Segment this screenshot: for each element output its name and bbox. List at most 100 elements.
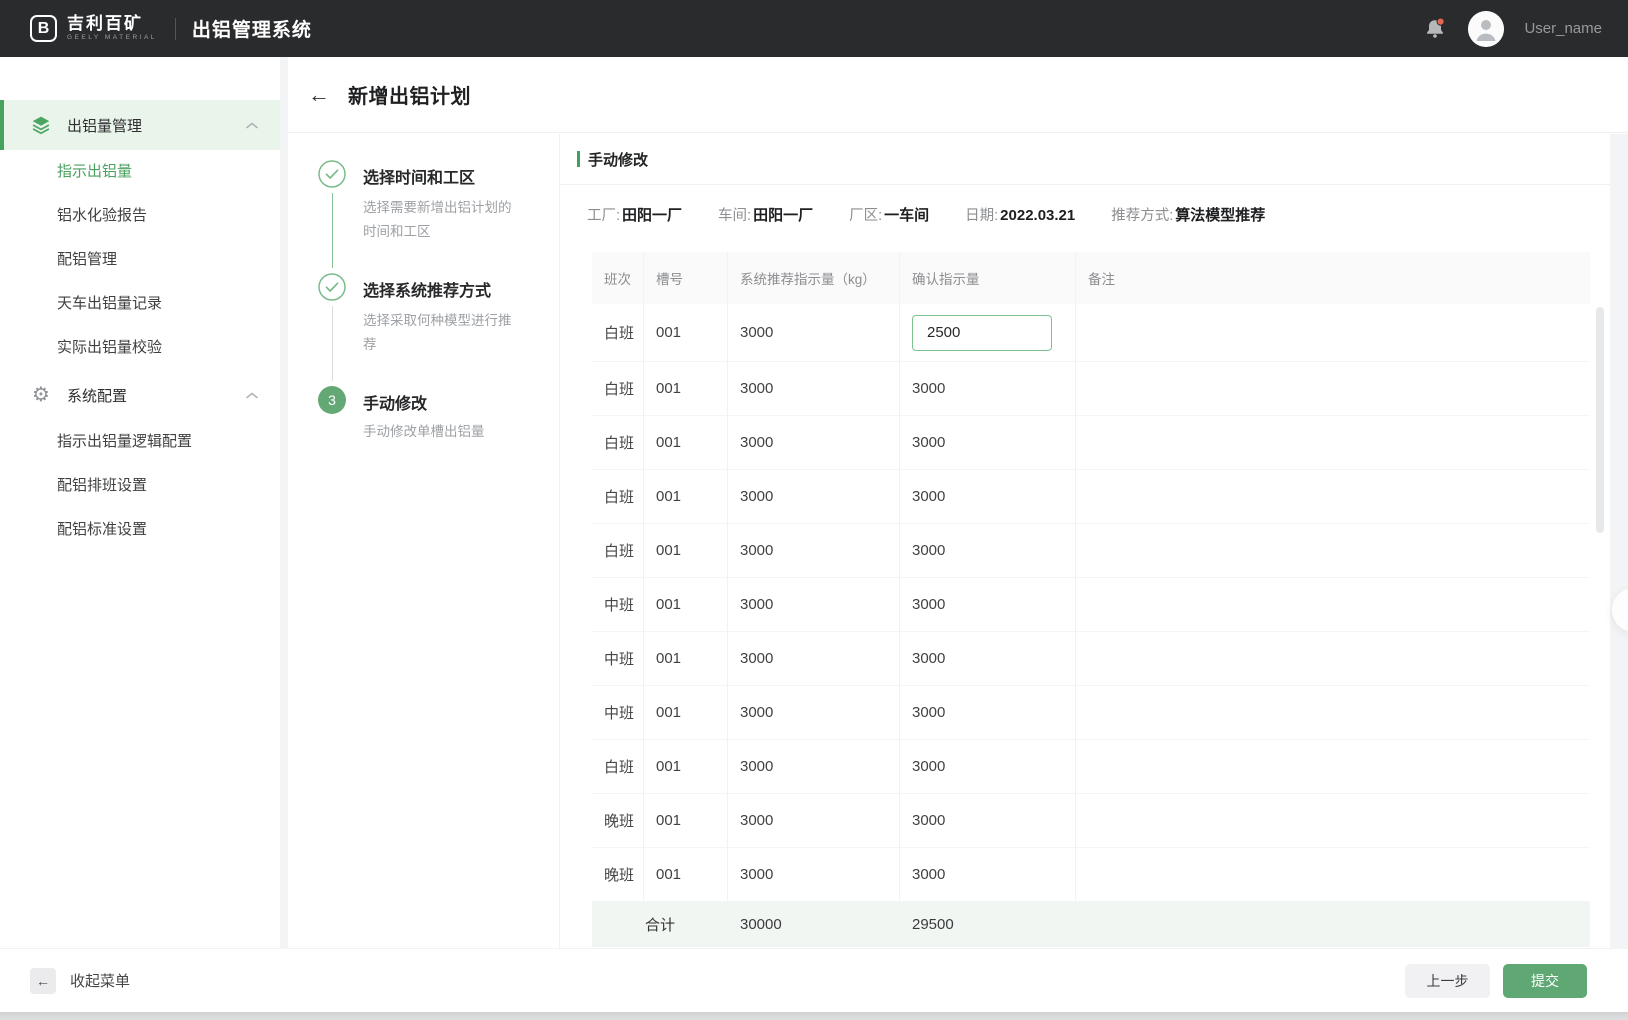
- table-body: 白班0013000白班00130003000白班00130003000白班001…: [592, 304, 1590, 902]
- cell-remark[interactable]: [1076, 470, 1590, 523]
- steps-panel: 选择时间和工区 选择需要新增出铝计划的时间和工区 选择系统推荐方式 选择采取何种…: [288, 134, 560, 948]
- cell-remark[interactable]: [1076, 524, 1590, 577]
- step-title: 选择时间和工区: [363, 164, 515, 188]
- plan-info-row: 工厂:田阳一厂 车间:田阳一厂 厂区:一车间 日期:2022.03.21 推荐方…: [587, 199, 1610, 229]
- topbar: B 吉利百矿 GEELY MATERIAL 出铝管理系统: [0, 0, 1628, 57]
- sidebar-item[interactable]: 实际出铝量校验: [0, 326, 280, 370]
- sidebar-item[interactable]: 指示出铝量: [0, 150, 280, 194]
- topbar-divider: [175, 18, 176, 40]
- back-arrow-icon[interactable]: ←: [302, 80, 336, 110]
- cell-confirmed[interactable]: 3000: [900, 362, 1076, 415]
- sidebar-group-items: 指示出铝量铝水化验报告配铝管理天车出铝量记录实际出铝量校验: [0, 150, 280, 370]
- sidebar-item[interactable]: 配铝管理: [0, 238, 280, 282]
- table-row: 中班00130003000: [592, 686, 1590, 740]
- col-slot: 槽号: [644, 252, 728, 304]
- total-recommended: 30000: [728, 902, 900, 947]
- table-total-row: 合计 30000 29500: [592, 902, 1590, 947]
- check-circle-icon: [318, 273, 346, 301]
- step-3: 3 手动修改 手动修改单槽出铝量: [318, 386, 539, 444]
- cell-remark[interactable]: [1076, 416, 1590, 469]
- cell-confirmed[interactable]: 3000: [900, 848, 1076, 901]
- sidebar-gap: [280, 57, 288, 948]
- table-header: 班次 槽号 系统推荐指示量（kg） 确认指示量 备注: [592, 252, 1590, 304]
- cell-confirmed[interactable]: 3000: [900, 686, 1076, 739]
- username[interactable]: User_name: [1524, 20, 1602, 37]
- cell-confirmed[interactable]: 3000: [900, 794, 1076, 847]
- cell-remark[interactable]: [1076, 794, 1590, 847]
- cell-slot: 001: [644, 578, 728, 631]
- cell-remark[interactable]: [1076, 632, 1590, 685]
- table-row: 中班00130003000: [592, 632, 1590, 686]
- cell-confirmed[interactable]: [900, 304, 1076, 361]
- user-avatar[interactable]: [1468, 11, 1504, 47]
- cell-confirmed[interactable]: 3000: [900, 524, 1076, 577]
- cell-confirmed[interactable]: 3000: [900, 632, 1076, 685]
- table-row: 晚班00130003000: [592, 794, 1590, 848]
- bottom-bar: ← 收起菜单 上一步 提交: [0, 948, 1628, 1012]
- step-title: 手动修改: [363, 390, 515, 414]
- step-desc: 选择采取何种模型进行推荐: [363, 309, 515, 356]
- cell-recommended: 3000: [728, 686, 900, 739]
- sidebar-item[interactable]: 铝水化验报告: [0, 194, 280, 238]
- cell-confirmed[interactable]: 3000: [900, 578, 1076, 631]
- table-row: 白班0013000: [592, 304, 1590, 362]
- cell-remark[interactable]: [1076, 848, 1590, 901]
- cell-shift: 晚班: [592, 794, 644, 847]
- sidebar-item[interactable]: 指示出铝量逻辑配置: [0, 420, 280, 464]
- cell-shift: 白班: [592, 524, 644, 577]
- step-1: 选择时间和工区 选择需要新增出铝计划的时间和工区: [318, 160, 539, 273]
- cell-slot: 001: [644, 470, 728, 523]
- step-number-badge: 3: [318, 386, 346, 414]
- notification-bell-icon[interactable]: [1422, 16, 1448, 42]
- step-desc: 选择需要新增出铝计划的时间和工区: [363, 196, 515, 243]
- cell-slot: 001: [644, 416, 728, 469]
- cell-recommended: 3000: [728, 632, 900, 685]
- cell-remark[interactable]: [1076, 362, 1590, 415]
- cell-shift: 白班: [592, 740, 644, 793]
- app-window: B 吉利百矿 GEELY MATERIAL 出铝管理系统: [0, 0, 1628, 1020]
- cell-recommended: 3000: [728, 362, 900, 415]
- prev-step-button[interactable]: 上一步: [1405, 964, 1490, 998]
- cell-remark[interactable]: [1076, 740, 1590, 793]
- cell-confirmed[interactable]: 3000: [900, 470, 1076, 523]
- step-desc: 手动修改单槽出铝量: [363, 420, 515, 444]
- submit-button[interactable]: 提交: [1503, 964, 1587, 998]
- sidebar-item[interactable]: 配铝排班设置: [0, 464, 280, 508]
- total-confirmed: 29500: [900, 902, 1076, 947]
- chevron-up-icon[interactable]: [246, 116, 258, 134]
- cell-recommended: 3000: [728, 740, 900, 793]
- sidebar-item[interactable]: 天车出铝量记录: [0, 282, 280, 326]
- cell-remark[interactable]: [1076, 304, 1590, 361]
- collapse-menu-label[interactable]: 收起菜单: [70, 970, 130, 991]
- sidebar-item[interactable]: 配铝标准设置: [0, 508, 280, 552]
- cell-shift: 中班: [592, 578, 644, 631]
- bottom-edge-strip: [0, 1012, 1628, 1020]
- chevron-up-icon[interactable]: [246, 386, 258, 404]
- confirm-quantity-input[interactable]: [912, 315, 1052, 351]
- page-title: 新增出铝计划: [348, 80, 471, 109]
- sidebar-group-aluminum-output[interactable]: 出铝量管理: [0, 100, 280, 150]
- section-accent-bar: [577, 151, 580, 167]
- layers-icon: [30, 114, 52, 136]
- cell-slot: 001: [644, 848, 728, 901]
- cell-recommended: 3000: [728, 578, 900, 631]
- table-row: 白班00130003000: [592, 362, 1590, 416]
- collapse-menu-arrow-icon[interactable]: ←: [30, 968, 56, 994]
- cell-slot: 001: [644, 794, 728, 847]
- app-title: 出铝管理系统: [192, 15, 312, 42]
- cell-confirmed[interactable]: 3000: [900, 740, 1076, 793]
- info-workshop: 车间:田阳一厂: [718, 204, 813, 225]
- cell-remark[interactable]: [1076, 578, 1590, 631]
- cell-slot: 001: [644, 304, 728, 361]
- cell-recommended: 3000: [728, 416, 900, 469]
- table-scrollbar[interactable]: [1596, 307, 1604, 533]
- sidebar-group-system-config[interactable]: ⚙ 系统配置: [0, 370, 280, 420]
- cell-remark[interactable]: [1076, 686, 1590, 739]
- cell-shift: 白班: [592, 362, 644, 415]
- total-remark: [1076, 902, 1590, 947]
- cell-shift: 中班: [592, 686, 644, 739]
- cell-recommended: 3000: [728, 524, 900, 577]
- cell-confirmed[interactable]: 3000: [900, 416, 1076, 469]
- cell-shift: 晚班: [592, 848, 644, 901]
- sidebar-group-label: 系统配置: [67, 385, 127, 406]
